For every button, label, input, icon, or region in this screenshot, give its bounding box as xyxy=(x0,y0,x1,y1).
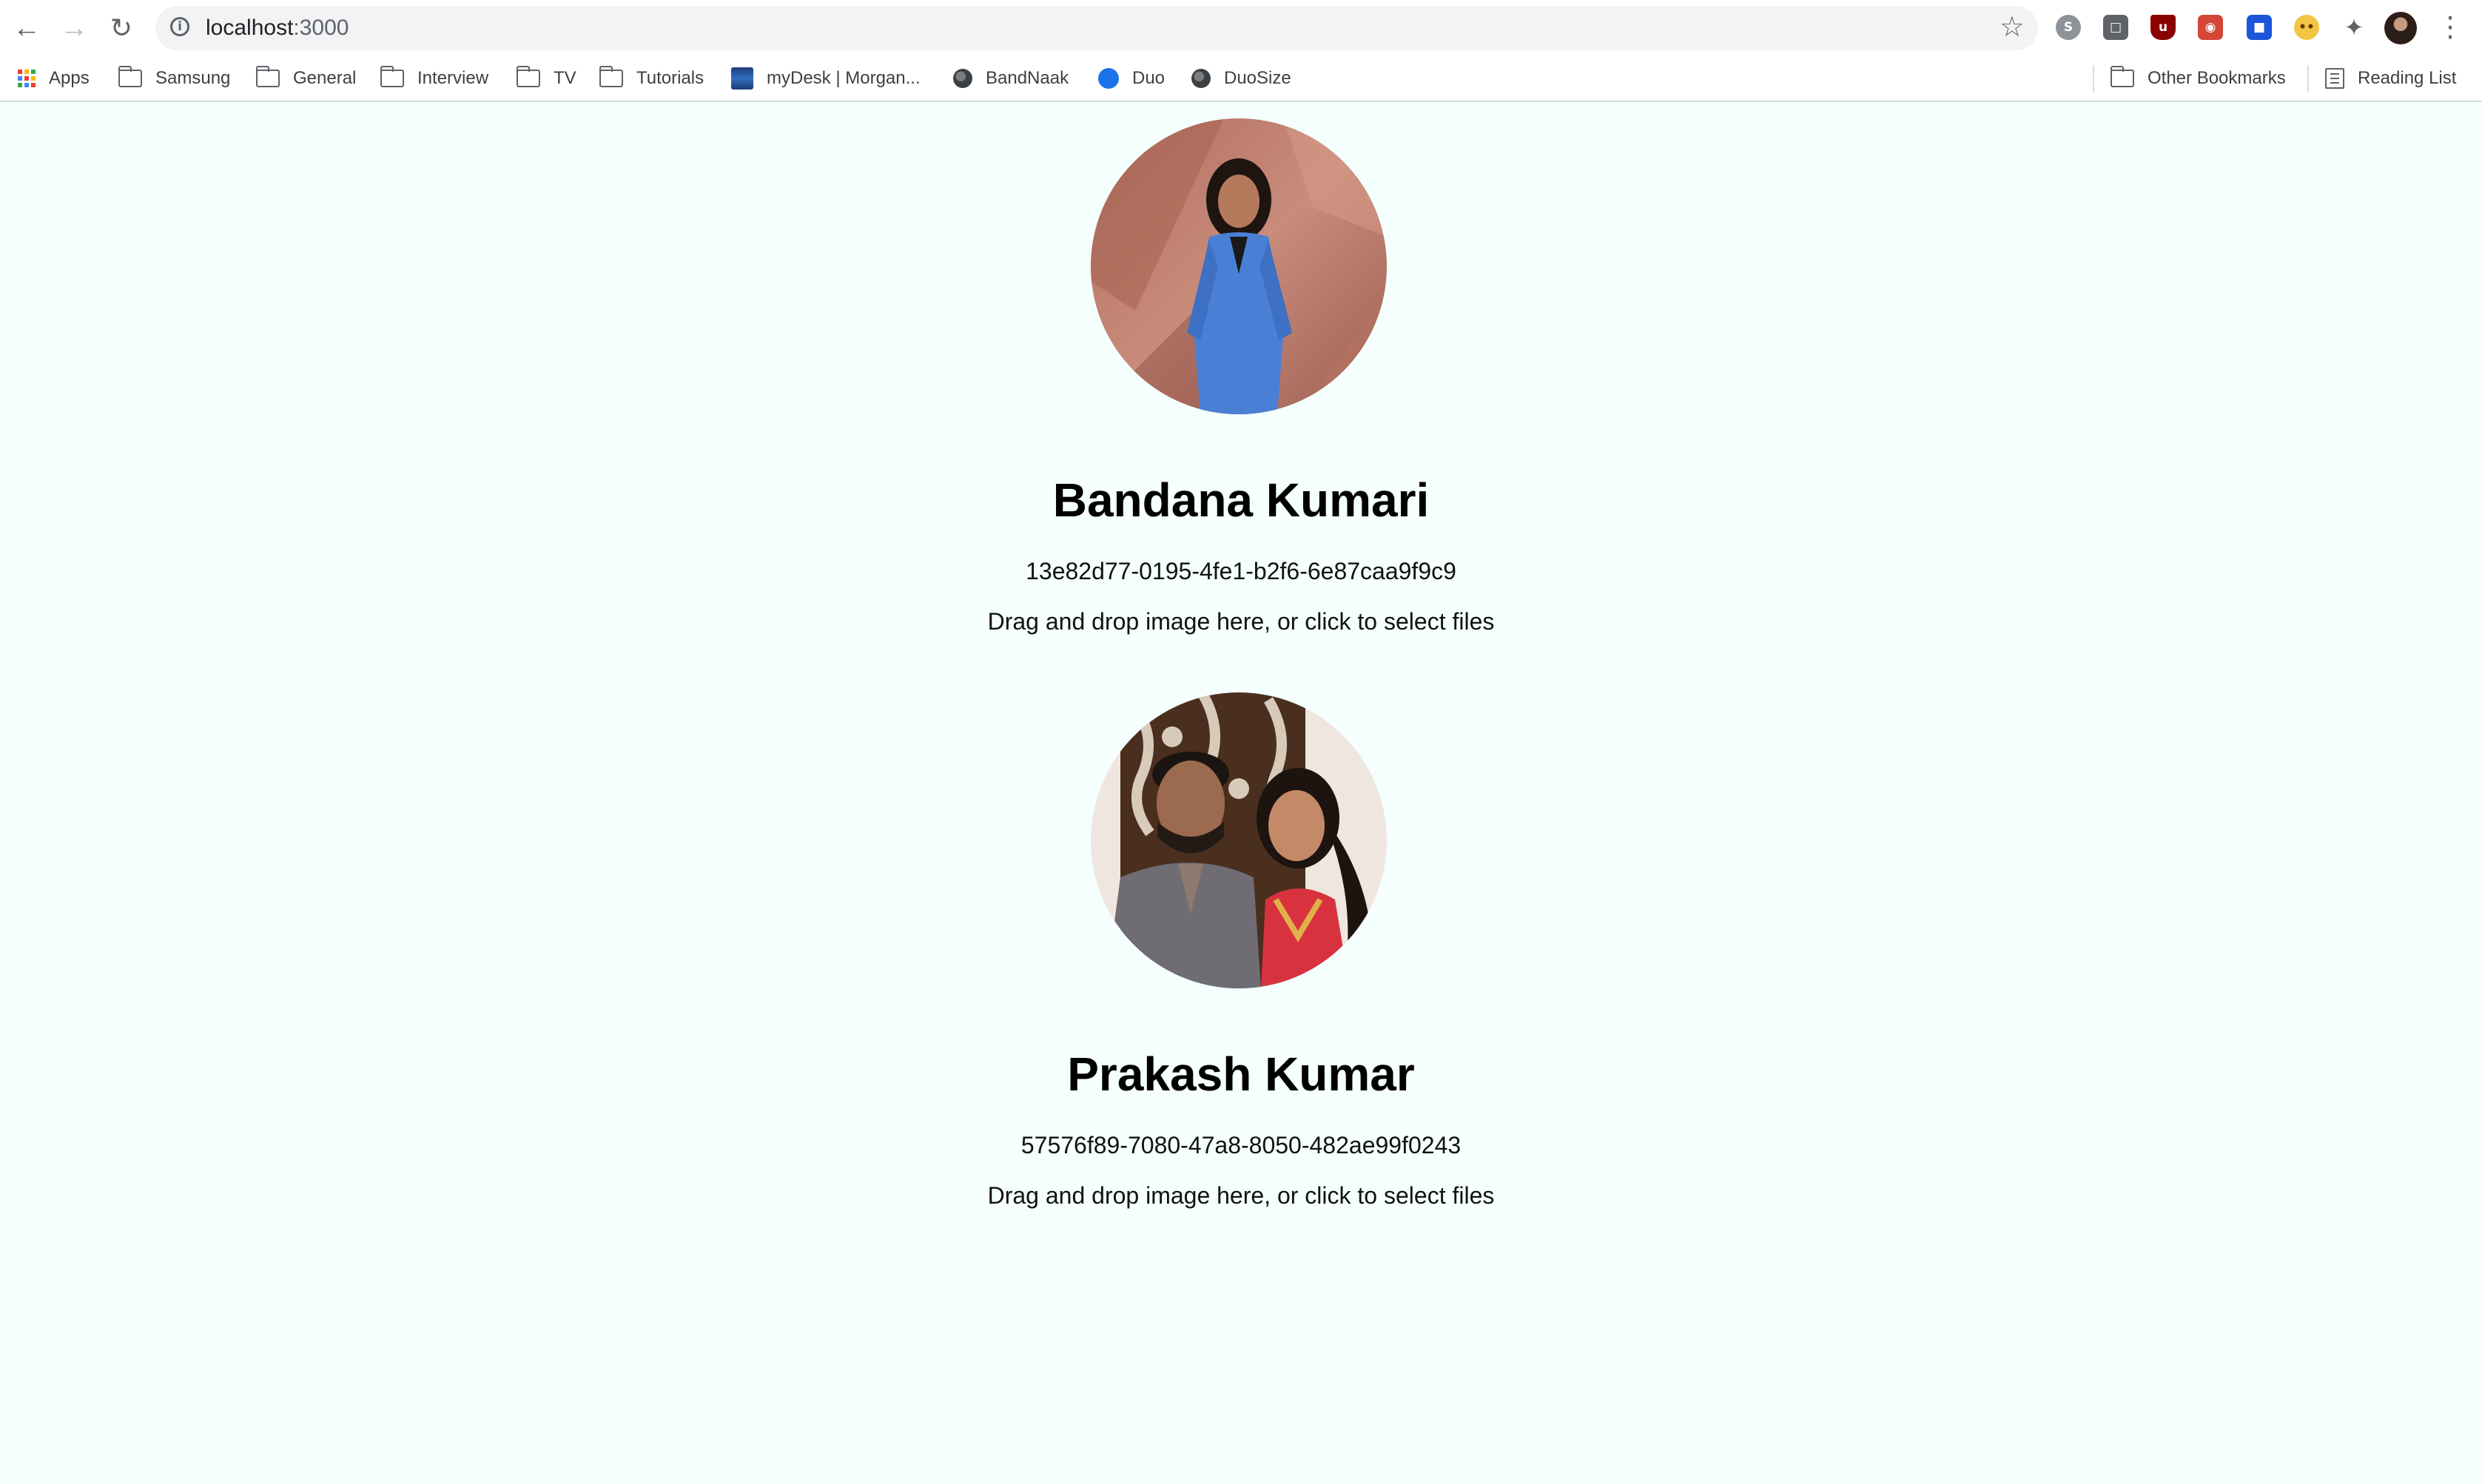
bookmark-label: myDesk | Morgan... xyxy=(767,68,921,88)
profile-name: Bandana Kumari xyxy=(1052,473,1430,527)
bookmark-folder-samsung[interactable]: Samsung xyxy=(118,56,230,101)
profile-photo-image xyxy=(1091,692,1387,988)
bookmark-apps[interactable]: Apps xyxy=(18,56,90,101)
puzzle-icon[interactable]: ✦ xyxy=(2341,13,2367,41)
browser-toolbar: ← → ↻ i localhost:3000 ☆ S □ u ◉ ■ •• ✦ … xyxy=(0,0,2482,56)
bookmark-duo[interactable]: Duo xyxy=(1098,56,1165,101)
folder-icon xyxy=(380,66,404,87)
back-button[interactable]: ← xyxy=(9,10,44,46)
bookmark-label: TV xyxy=(554,68,576,88)
bookmark-label: Interview xyxy=(417,68,489,88)
bookmarks-separator xyxy=(2307,65,2309,92)
bookmarks-bar: Apps Samsung General Interview TV Tutori… xyxy=(0,56,2482,102)
profile-photo-image xyxy=(1091,118,1387,414)
image-dropzone[interactable]: Drag and drop image here, or click to se… xyxy=(0,1181,2482,1210)
menu-dots-icon[interactable]: ⋮ xyxy=(2436,9,2464,46)
folder-icon xyxy=(599,66,623,87)
folder-icon xyxy=(516,66,540,87)
bookmark-label: Apps xyxy=(49,68,90,88)
bookmark-bandnaak[interactable]: BandNaak xyxy=(953,56,1069,101)
profile-avatar[interactable] xyxy=(2384,12,2417,44)
apps-grid-icon xyxy=(18,70,36,87)
bookmark-folder-tv[interactable]: TV xyxy=(516,56,576,101)
bookmark-label: Tutorials xyxy=(636,68,704,88)
screenshot-extension-icon[interactable]: ◉ xyxy=(2198,15,2223,40)
globe-icon xyxy=(953,69,972,88)
reload-icon: ↻ xyxy=(110,13,133,43)
bookmark-label: BandNaak xyxy=(986,68,1069,88)
ublock-icon[interactable]: u xyxy=(2150,15,2176,40)
reading-list-label: Reading List xyxy=(2358,68,2457,88)
reload-button[interactable]: ↻ xyxy=(104,10,139,46)
bookmark-label: Duo xyxy=(1132,68,1166,88)
image-dropzone[interactable]: Drag and drop image here, or click to se… xyxy=(0,607,2482,636)
bookmark-duosize[interactable]: DuoSize xyxy=(1191,56,1291,101)
bookmark-star-icon[interactable]: ☆ xyxy=(2000,10,2025,44)
profile-id: 57576f89-7080-47a8-8050-482ae99f0243 xyxy=(1020,1132,1462,1158)
bookmark-label: Samsung xyxy=(155,68,231,88)
bookmarks-separator xyxy=(2093,65,2094,92)
extension-icon[interactable]: □ xyxy=(2103,15,2128,40)
bookmark-label: General xyxy=(293,68,357,88)
bookmark-mydesk[interactable]: myDesk | Morgan... xyxy=(731,56,921,101)
folder-icon xyxy=(118,66,142,87)
profile-name: Prakash Kumar xyxy=(1067,1048,1415,1101)
reading-list-icon xyxy=(2325,68,2344,89)
folder-icon xyxy=(2110,66,2134,87)
url-text[interactable]: localhost:3000 xyxy=(206,15,349,41)
site-info-icon[interactable]: i xyxy=(170,17,189,36)
arrow-right-icon: → xyxy=(60,12,88,44)
profile-id: 13e82d77-0195-4fe1-b2f6-6e87caa9f9c9 xyxy=(1026,558,1456,584)
cat-extension-icon[interactable]: •• xyxy=(2294,15,2319,40)
bookmark-folder-tutorials[interactable]: Tutorials xyxy=(599,56,704,101)
reading-list[interactable]: Reading List xyxy=(2325,56,2456,101)
globe-icon xyxy=(1191,69,1211,88)
bookmark-label: DuoSize xyxy=(1224,68,1291,88)
url-port: :3000 xyxy=(293,16,349,40)
bookmark-folder-interview[interactable]: Interview xyxy=(380,56,488,101)
other-bookmarks[interactable]: Other Bookmarks xyxy=(2110,56,2286,101)
address-bar[interactable]: i localhost:3000 ☆ xyxy=(155,6,2038,50)
profile-photo[interactable] xyxy=(1091,118,1387,414)
arrow-left-icon: ← xyxy=(13,12,41,44)
mydesk-icon xyxy=(731,67,753,90)
forward-button[interactable]: → xyxy=(56,10,92,46)
url-host: localhost xyxy=(206,16,294,40)
profile-photo[interactable] xyxy=(1091,692,1387,988)
page-content: Bandana Kumari 13e82d77-0195-4fe1-b2f6-6… xyxy=(0,102,2482,1484)
folder-icon xyxy=(255,66,280,87)
duo-icon xyxy=(1098,68,1119,89)
extension-blue-icon[interactable]: ■ xyxy=(2247,15,2272,40)
skype-icon[interactable]: S xyxy=(2056,15,2081,40)
bookmark-folder-general[interactable]: General xyxy=(255,56,357,101)
other-bookmarks-label: Other Bookmarks xyxy=(2148,68,2286,88)
